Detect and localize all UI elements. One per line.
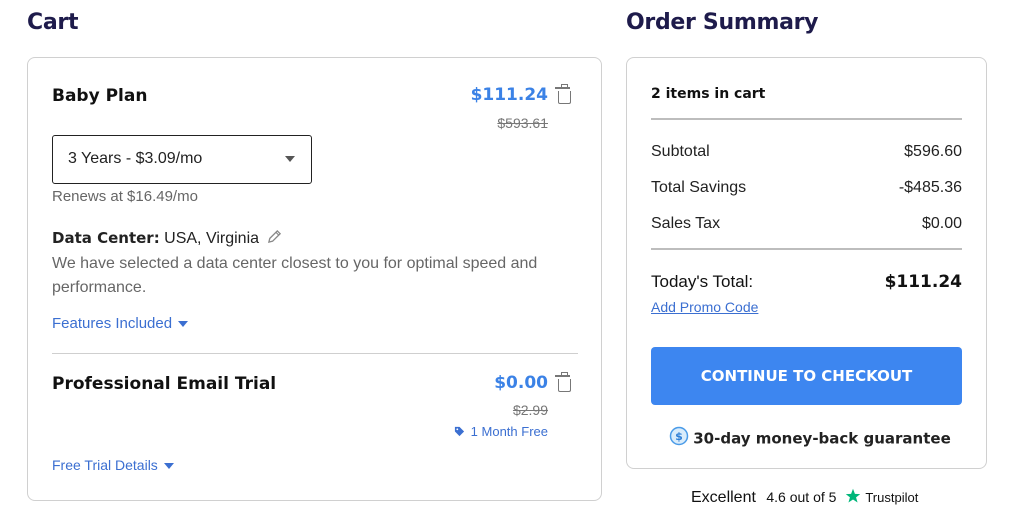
cart-title: Cart (27, 10, 79, 35)
item-original-price-email-trial: $2.99 (512, 402, 548, 418)
svg-text:$: $ (675, 430, 683, 443)
total-label: Today's Total: (651, 272, 754, 291)
order-summary-title: Order Summary (626, 10, 819, 35)
guarantee-line: $ 30-day money-back guarantee (665, 426, 955, 451)
summary-divider-top (651, 118, 962, 120)
add-promo-code-link[interactable]: Add Promo Code (651, 299, 758, 315)
item-original-price-baby-plan: $593.61 (497, 115, 548, 131)
item-price-baby-plan: $111.24 (470, 85, 548, 105)
data-center-value: USA, Virginia (164, 230, 260, 248)
item-price-email-trial: $0.00 (494, 373, 548, 393)
item-name-baby-plan: Baby Plan (52, 86, 148, 106)
cart-card: Baby Plan $111.24 $593.61 3 Years - $3.0… (27, 57, 602, 501)
trustpilot-brand: Trustpilot (865, 490, 919, 505)
tag-label: 1 Month Free (470, 424, 548, 439)
trustpilot-rating-word: Excellent (691, 489, 756, 506)
sales-tax-label: Sales Tax (651, 215, 721, 232)
item-divider (52, 353, 578, 354)
guarantee-text: 30-day money-back guarantee (693, 429, 951, 448)
tag-icon (454, 425, 465, 440)
data-center-note: We have selected a data center closest t… (52, 255, 538, 296)
caret-down-icon (178, 321, 189, 328)
sales-tax-value: $0.00 (921, 215, 962, 232)
free-trial-details-label: Free Trial Details (52, 457, 158, 473)
term-select-value: 3 Years - $3.09/mo (68, 150, 203, 167)
trustpilot-score: 4.6 out of 5 (766, 489, 837, 505)
trash-icon[interactable] (555, 84, 571, 104)
items-count: 2 items in cart (651, 86, 766, 102)
trash-icon[interactable] (555, 372, 571, 392)
pencil-icon[interactable] (267, 229, 282, 249)
features-included-label: Features Included (52, 315, 173, 332)
free-trial-details-link[interactable]: Free Trial Details (52, 457, 174, 473)
total-savings-label: Total Savings (651, 179, 747, 196)
term-select[interactable]: 3 Years - $3.09/mo (52, 135, 312, 184)
item-name-email-trial: Professional Email Trial (52, 374, 277, 394)
promo-tag: 1 Month Free (454, 424, 548, 440)
total-value: $111.24 (884, 272, 962, 292)
summary-divider-bottom (651, 248, 962, 250)
continue-to-checkout-button[interactable]: CONTINUE TO CHECKOUT (651, 347, 962, 405)
trustpilot-widget[interactable]: Excellent 4.6 out of 5 Trustpilot (691, 488, 918, 509)
data-center-label: Data Center: (52, 229, 160, 248)
caret-down-icon (163, 463, 174, 470)
renews-text: Renews at $16.49/mo (52, 188, 198, 205)
total-savings-value: -$485.36 (898, 179, 962, 196)
subtotal-value: $596.60 (904, 143, 962, 160)
features-included-link[interactable]: Features Included (52, 315, 189, 332)
order-summary-card: 2 items in cart Subtotal $596.60 Total S… (626, 57, 987, 469)
subtotal-label: Subtotal (651, 143, 710, 160)
data-center-line: Data Center: USA, Virginia (52, 229, 282, 249)
star-icon (845, 488, 861, 509)
chevron-down-icon (285, 156, 295, 162)
dollar-shield-icon: $ (669, 426, 689, 451)
